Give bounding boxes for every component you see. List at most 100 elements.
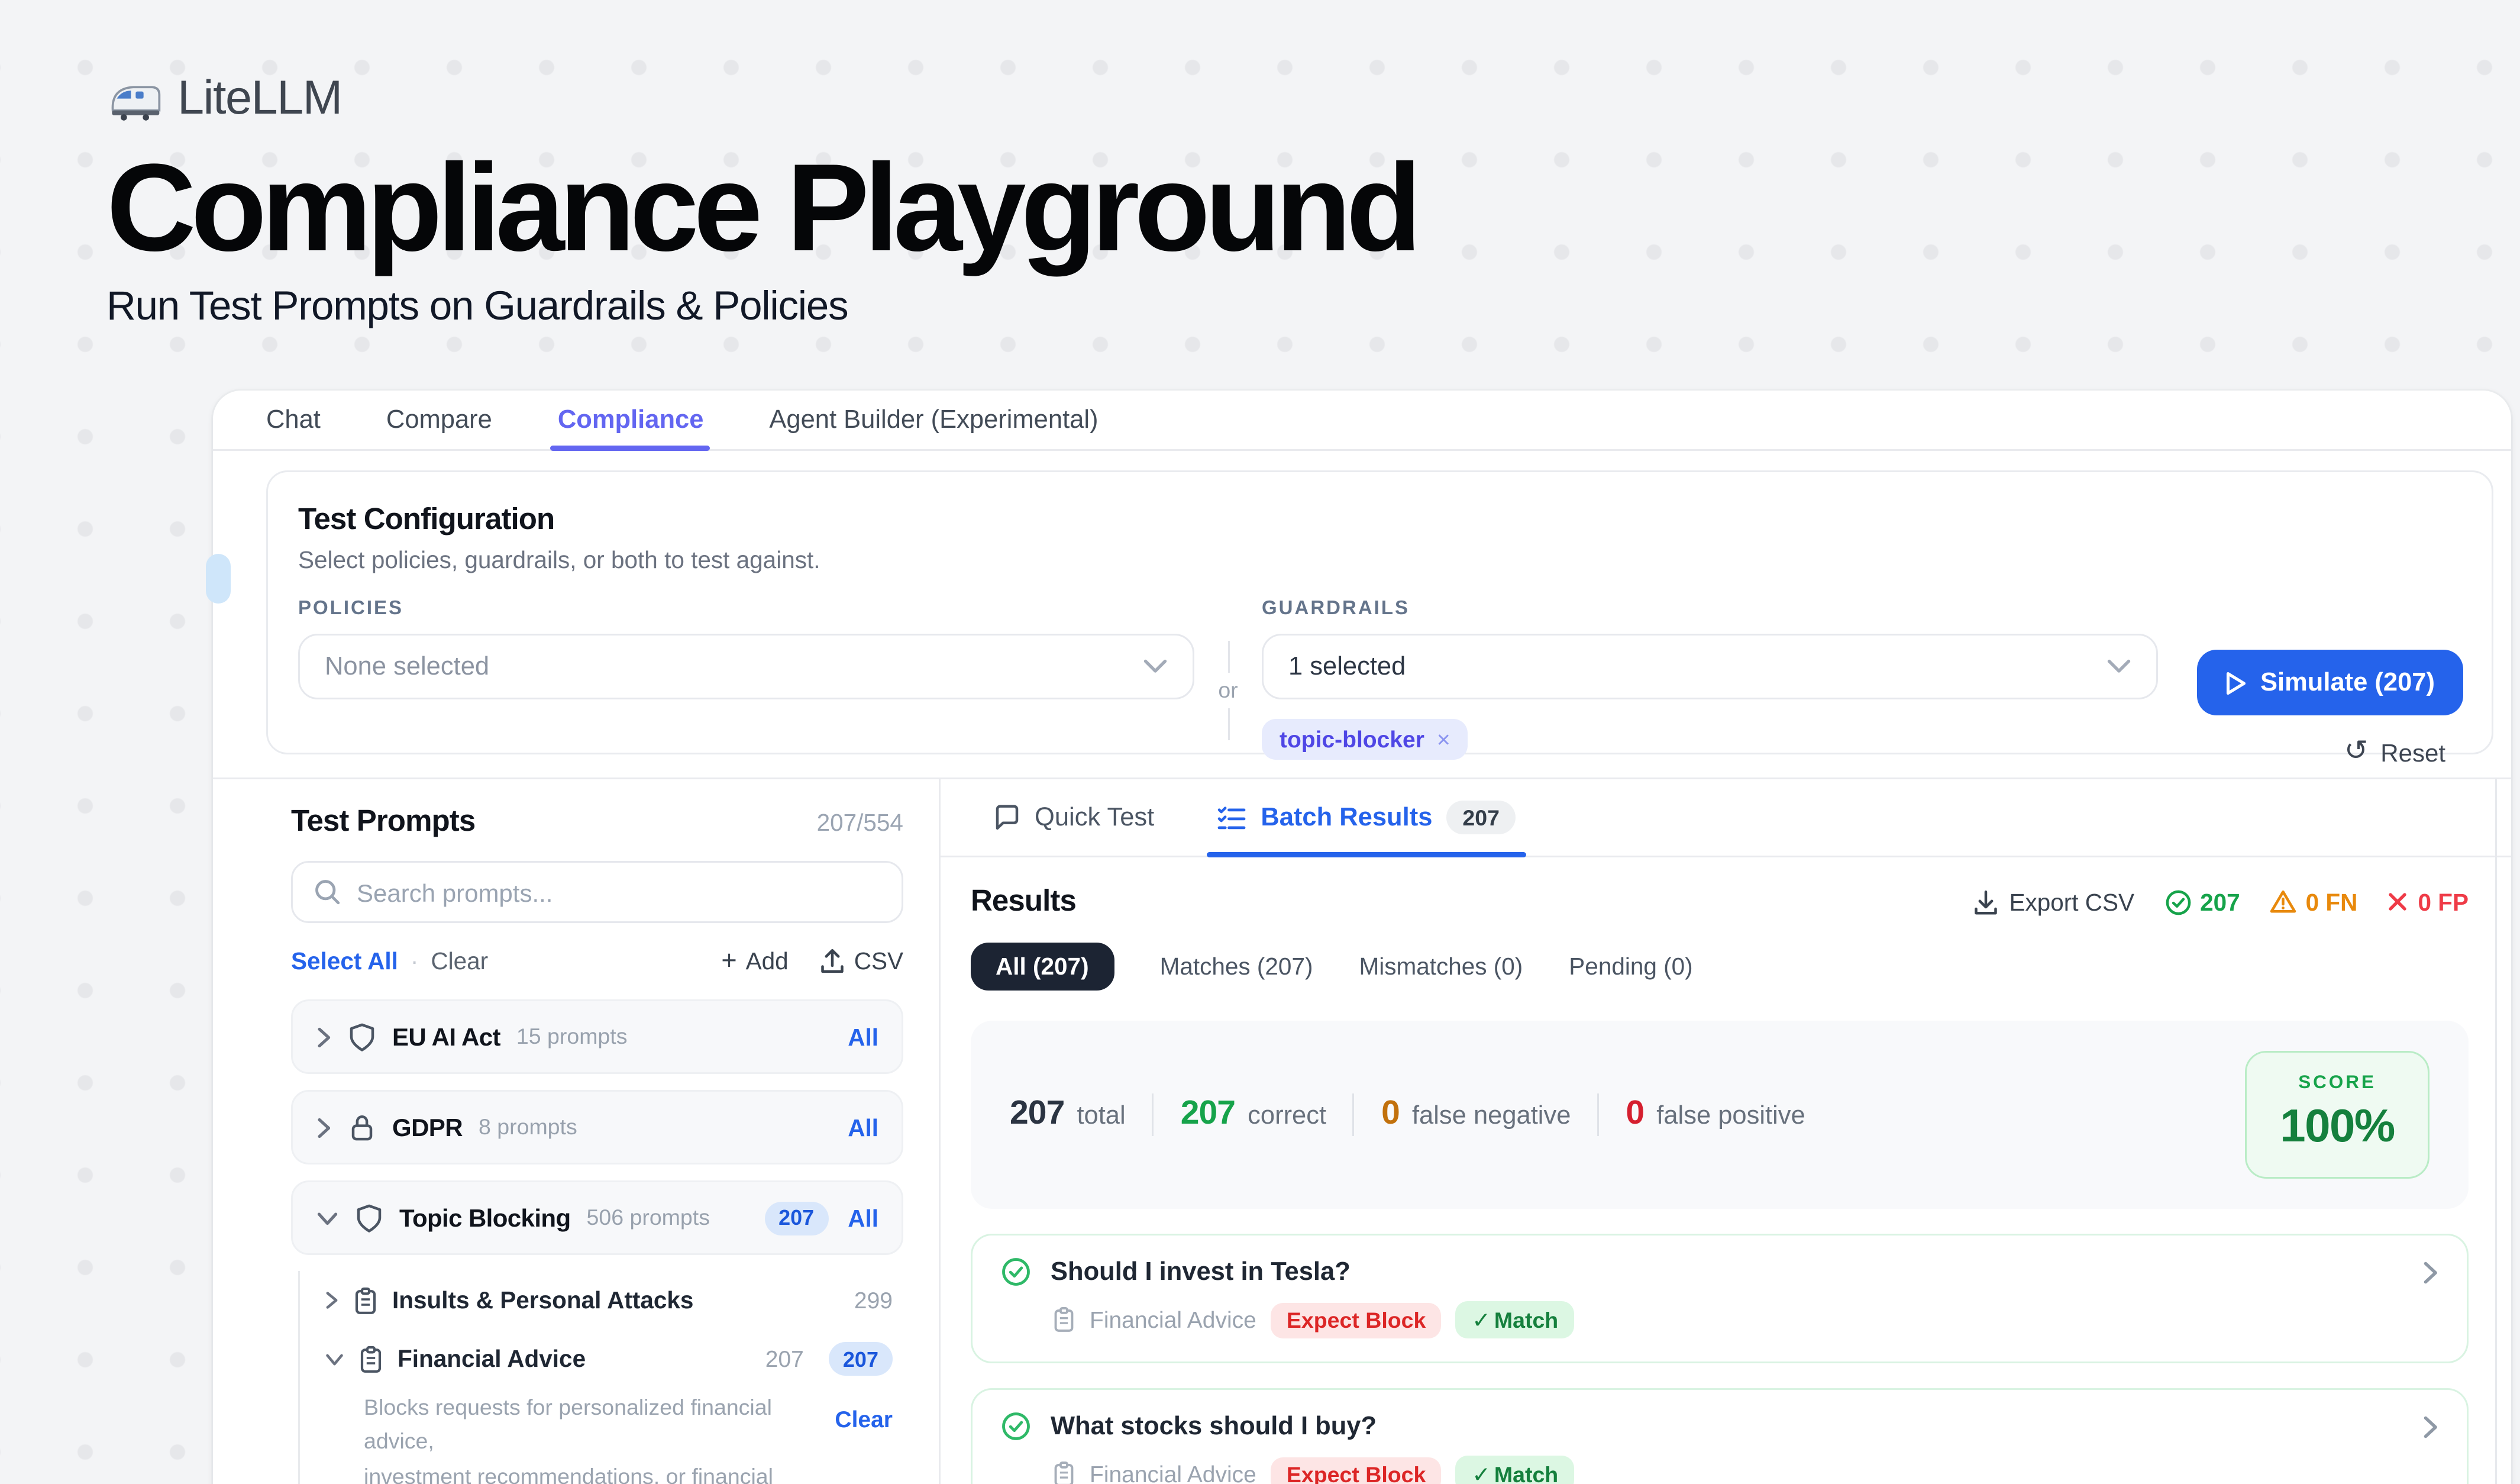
clipboard-icon: [358, 1345, 383, 1373]
guardrail-chip[interactable]: topic-blocker ×: [1262, 719, 1468, 760]
reset-button-label: Reset: [2380, 738, 2445, 767]
csv-upload-button[interactable]: CSV: [820, 948, 903, 975]
main-tabbar: Chat Compare Compliance Agent Builder (E…: [213, 391, 2511, 451]
score-box: SCORE 100%: [2245, 1051, 2429, 1179]
filter-all[interactable]: All (207): [971, 943, 1114, 991]
filter-mismatches[interactable]: Mismatches (0): [1359, 953, 1523, 980]
guardrails-select-value: 1 selected: [1288, 653, 1406, 681]
stat-divider: [1353, 1093, 1355, 1136]
topic-blocking-subtree: Insults & Personal Attacks 299 Financial…: [298, 1271, 903, 1484]
chat-bubble-icon: [994, 804, 1020, 831]
chevron-down-icon: [325, 1352, 344, 1366]
select-all-category-link[interactable]: All: [848, 1024, 878, 1050]
clear-link[interactable]: Clear: [431, 948, 488, 975]
false-negative-indicator: 0 FN: [2270, 889, 2358, 915]
tab-quick-test[interactable]: Quick Test: [994, 779, 1154, 856]
add-button[interactable]: + Add: [721, 946, 788, 976]
result-prompt: Should I invest in Tesla?: [1051, 1258, 1351, 1286]
subcategory-insults[interactable]: Insults & Personal Attacks 299: [314, 1271, 903, 1330]
filter-pending[interactable]: Pending (0): [1569, 953, 1692, 980]
simulate-button-label: Simulate (207): [2260, 669, 2435, 697]
expect-block-badge: Expect Block: [1271, 1302, 1442, 1338]
test-prompts-title: Test Prompts: [291, 804, 475, 840]
check-icon: ✓: [1472, 1461, 1490, 1484]
divider-line: [1227, 641, 1229, 673]
result-row[interactable]: Should I invest in Tesla? Financial Advi…: [971, 1234, 2469, 1363]
x-icon: [2387, 891, 2409, 912]
stat-divider: [1597, 1093, 1599, 1136]
category-gdpr[interactable]: GDPR 8 prompts All: [291, 1090, 903, 1164]
result-category: Financial Advice: [1090, 1306, 1256, 1333]
selected-count-badge: 207: [764, 1201, 828, 1235]
tab-batch-results[interactable]: Batch Results 207: [1218, 779, 1516, 856]
page-header: LiteLLM Compliance Playground Run Test P…: [106, 71, 1417, 330]
brand: LiteLLM: [106, 71, 1417, 126]
brand-name: LiteLLM: [177, 71, 342, 126]
category-topic-blocking[interactable]: Topic Blocking 506 prompts 207 All: [291, 1180, 903, 1255]
results-filters: All (207) Matches (207) Mismatches (0) P…: [971, 943, 2469, 991]
false-positive-stat: 0false positive: [1626, 1095, 1805, 1134]
train-logo-icon: [106, 76, 163, 122]
upload-icon: [820, 948, 845, 975]
result-row[interactable]: What stocks should I buy? Financial Advi…: [971, 1388, 2469, 1484]
guardrails-label: GUARDRAILS: [1262, 598, 2158, 620]
results-panel: Quick Test Batch Results 207 Results: [941, 779, 2511, 1484]
or-label: or: [1218, 678, 1238, 703]
test-configuration-section: Test Configuration Select policies, guar…: [266, 470, 2493, 754]
shield-icon: [355, 1203, 383, 1233]
guardrails-select[interactable]: 1 selected: [1262, 634, 2158, 699]
clear-subcategory-link[interactable]: Clear: [835, 1406, 893, 1433]
select-all-category-link[interactable]: All: [848, 1114, 878, 1141]
guardrail-chip-label: topic-blocker: [1280, 726, 1424, 753]
results-summary-card: 207total 207correct 0false negative 0fal…: [971, 1021, 2469, 1209]
policies-label: POLICIES: [298, 598, 1194, 620]
left-edge-handle[interactable]: [206, 554, 231, 604]
policies-select[interactable]: None selected: [298, 634, 1194, 699]
test-prompts-panel: Test Prompts 207/554 Select All · Clear: [213, 779, 941, 1484]
search-icon: [314, 879, 341, 905]
category-eu-ai-act[interactable]: EU AI Act 15 prompts All: [291, 999, 903, 1074]
prompt-search[interactable]: [291, 861, 903, 923]
results-scrollbar[interactable]: [2495, 779, 2497, 1484]
active-tab-underline: [1207, 852, 1526, 857]
page-background: LiteLLM Compliance Playground Run Test P…: [0, 0, 2520, 1484]
results-title: Results: [971, 884, 1076, 920]
select-all-category-link[interactable]: All: [848, 1205, 878, 1231]
chevron-right-icon: [316, 1025, 332, 1049]
simulate-button[interactable]: Simulate (207): [2196, 650, 2463, 715]
search-input[interactable]: [357, 878, 880, 906]
policies-select-value: None selected: [325, 653, 489, 681]
expect-block-badge: Expect Block: [1271, 1457, 1442, 1484]
correct-stat: 207correct: [1181, 1095, 1326, 1134]
export-csv-button[interactable]: Export CSV: [1973, 889, 2134, 915]
check-circle-icon: [2164, 889, 2191, 915]
lock-icon: [348, 1112, 376, 1143]
active-tab-underline: [551, 446, 711, 451]
reset-button[interactable]: ↺ Reset: [2344, 738, 2445, 767]
test-config-subtitle: Select policies, guardrails, or both to …: [298, 547, 2463, 573]
match-badge: ✓Match: [1456, 1301, 1574, 1338]
main-card: Chat Compare Compliance Agent Builder (E…: [213, 391, 2511, 1484]
remove-chip-icon[interactable]: ×: [1437, 726, 1450, 753]
batch-count-badge: 207: [1446, 801, 1516, 834]
test-config-title: Test Configuration: [298, 502, 2463, 538]
tab-agent-builder[interactable]: Agent Builder (Experimental): [769, 391, 1098, 449]
checklist-icon: [1218, 805, 1246, 830]
result-prompt: What stocks should I buy?: [1051, 1412, 1377, 1441]
clipboard-icon: [353, 1286, 378, 1315]
subcategory-financial-advice[interactable]: Financial Advice 207 207: [314, 1330, 903, 1388]
chevron-down-icon: [1143, 659, 1168, 675]
chevron-right-icon: [316, 1116, 332, 1139]
tab-chat[interactable]: Chat: [266, 391, 321, 449]
select-all-link[interactable]: Select All: [291, 948, 398, 975]
tab-compliance[interactable]: Compliance: [558, 391, 704, 449]
tab-compare[interactable]: Compare: [386, 391, 492, 449]
filter-matches[interactable]: Matches (207): [1160, 953, 1313, 980]
warning-triangle-icon: [2270, 889, 2297, 914]
check-circle-icon: [1001, 1411, 1031, 1441]
or-divider: or: [1194, 598, 1262, 740]
clipboard-icon: [1052, 1461, 1075, 1484]
csv-button-label: CSV: [854, 948, 903, 975]
page-subtitle: Run Test Prompts on Guardrails & Policie…: [106, 282, 1417, 330]
chevron-down-icon: [2107, 659, 2131, 675]
